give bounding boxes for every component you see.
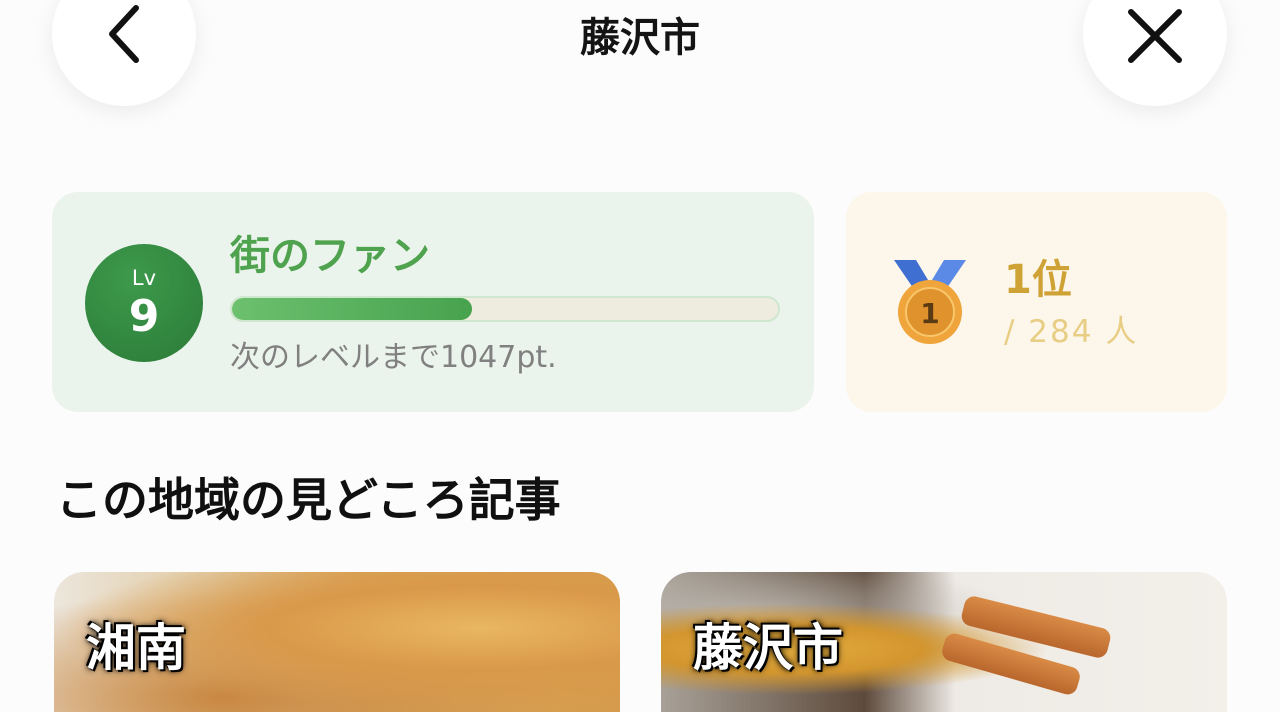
- next-level-text: 次のレベルまで1047pt.: [230, 340, 557, 375]
- level-badge: Lv 9: [85, 244, 203, 362]
- article-card-label: 藤沢市: [693, 619, 843, 677]
- rank-card[interactable]: 1 1位 / 284 人: [846, 192, 1227, 412]
- article-card-label: 湘南: [86, 619, 186, 677]
- article-card-fujisawa[interactable]: 藤沢市: [661, 572, 1227, 712]
- level-card[interactable]: Lv 9 街のファン 次のレベルまで1047pt.: [52, 192, 814, 412]
- medal-number: 1: [920, 297, 939, 330]
- level-number: 9: [128, 291, 160, 342]
- close-icon: [1128, 9, 1182, 63]
- level-title: 街のファン: [230, 233, 430, 279]
- section-heading: この地域の見どころ記事: [56, 473, 561, 527]
- level-progress-bar: [230, 296, 780, 322]
- level-badge-label: Lv: [131, 266, 157, 290]
- level-progress-fill: [232, 298, 473, 320]
- rank-total: / 284 人: [1004, 314, 1139, 350]
- gold-medal-icon: 1: [894, 260, 966, 344]
- close-button[interactable]: [1083, 0, 1227, 106]
- article-card-shonan[interactable]: 湘南: [54, 572, 620, 712]
- rank-value: 1位: [1004, 257, 1072, 303]
